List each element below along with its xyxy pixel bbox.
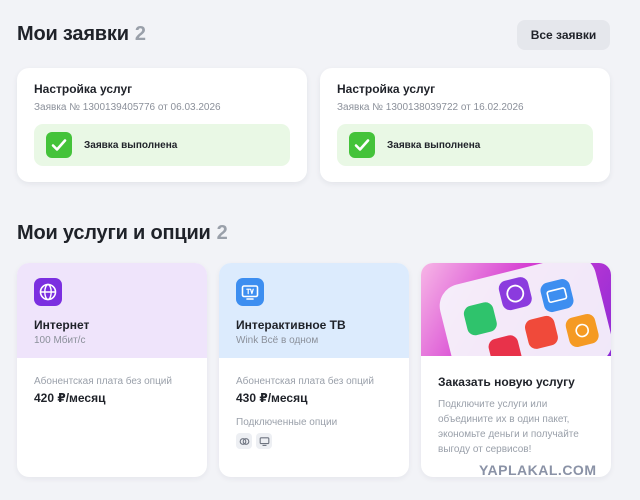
request-number: Заявка № 1300138039722 от 16.02.2026 — [337, 102, 524, 113]
tv-icon — [236, 278, 264, 306]
services-title: Мои услуги и опции 2 — [17, 222, 228, 245]
promo-text: Подключите услуги или объедините их в од… — [438, 399, 579, 455]
service-description: Wink Всё в одном — [236, 335, 319, 346]
request-card[interactable]: Настройка услуг Заявка № 1300138039722 о… — [320, 68, 610, 182]
check-icon — [46, 132, 72, 158]
multiscreen-icon[interactable] — [236, 433, 252, 449]
services-title-text: Мои услуги и опции — [17, 222, 211, 244]
services-count: 2 — [216, 222, 228, 244]
request-title: Настройка услуг — [34, 82, 133, 96]
options-icons — [236, 433, 272, 449]
service-name: Интерактивное ТВ — [236, 318, 346, 332]
order-new-service-card[interactable]: Заказать новую услугу Подключите услуги … — [421, 263, 611, 477]
screen-icon[interactable] — [256, 433, 272, 449]
request-status-text: Заявка выполнена — [84, 139, 178, 151]
service-card-tv[interactable]: Интерактивное ТВ Wink Всё в одном Абонен… — [219, 263, 409, 477]
service-card-internet[interactable]: Интернет 100 Мбит/с Абонентская плата бе… — [17, 263, 207, 477]
options-label: Подключенные опции — [236, 417, 338, 428]
globe-icon — [34, 278, 62, 306]
fee-label: Абонентская плата без опций — [34, 376, 172, 387]
promo-title: Заказать новую услугу — [438, 375, 575, 389]
requests-count: 2 — [134, 23, 146, 45]
requests-title-text: Мои заявки — [17, 23, 129, 45]
check-icon — [349, 132, 375, 158]
service-name: Интернет — [34, 318, 90, 332]
promo-illustration — [421, 263, 611, 392]
fee-value: 430 ₽/месяц — [236, 391, 308, 405]
request-status-badge: Заявка выполнена — [34, 124, 290, 166]
request-status-text: Заявка выполнена — [387, 139, 481, 151]
fee-label: Абонентская плата без опций — [236, 376, 374, 387]
watermark: YAPLAKAL.COM — [479, 462, 597, 478]
all-requests-button[interactable]: Все заявки — [517, 20, 610, 50]
request-number: Заявка № 1300139405776 от 06.03.2026 — [34, 102, 221, 113]
requests-title: Мои заявки 2 — [17, 23, 146, 46]
request-card[interactable]: Настройка услуг Заявка № 1300139405776 о… — [17, 68, 307, 182]
request-status-badge: Заявка выполнена — [337, 124, 593, 166]
fee-value: 420 ₽/месяц — [34, 391, 106, 405]
service-description: 100 Мбит/с — [34, 335, 86, 346]
request-title: Настройка услуг — [337, 82, 436, 96]
